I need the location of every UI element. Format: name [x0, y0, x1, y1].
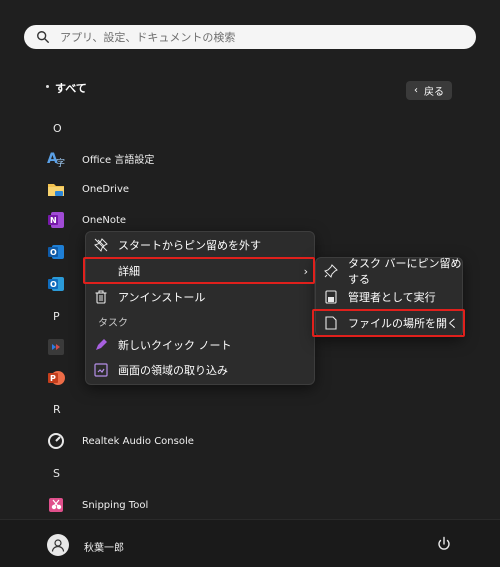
- outlook-new-icon: O: [46, 274, 66, 294]
- office-language-icon: A 字: [46, 148, 66, 168]
- svg-text:P: P: [50, 374, 56, 383]
- app-outlook-new[interactable]: O: [46, 273, 82, 295]
- outlook-icon: O: [46, 242, 66, 262]
- back-button-label: 戻る: [424, 87, 444, 98]
- search-box[interactable]: [24, 25, 476, 49]
- highlight-open-location: [312, 309, 465, 337]
- unpin-icon: [94, 238, 108, 252]
- context-menu: スタートからピン留めを外す 詳細 › アンインストール タスク 新しいクイック …: [85, 231, 315, 385]
- menu-item-label: 管理者として実行: [348, 291, 436, 304]
- app-label: OneDrive: [82, 183, 130, 195]
- app-office-language[interactable]: A 字 Office 言語設定: [46, 147, 154, 169]
- app-onenote[interactable]: N OneNote: [46, 209, 126, 231]
- letter-header-o[interactable]: O: [53, 122, 62, 135]
- app-snipping-tool[interactable]: Snipping Tool: [46, 494, 148, 516]
- back-button[interactable]: ‹ 戻る: [406, 81, 452, 100]
- search-input[interactable]: [60, 30, 440, 44]
- pin-icon: [324, 264, 338, 278]
- power-automate-icon: [46, 337, 66, 357]
- folder-icon: [46, 179, 66, 199]
- app-label: Office 言語設定: [82, 154, 155, 166]
- menu-item-label: スタートからピン留めを外す: [118, 239, 261, 252]
- start-footer: 秋葉一郎: [0, 519, 500, 567]
- app-onedrive[interactable]: OneDrive: [46, 178, 129, 200]
- menu-item-label: アンインストール: [118, 291, 206, 304]
- app-realtek[interactable]: Realtek Audio Console: [46, 430, 194, 452]
- power-icon[interactable]: [436, 536, 452, 552]
- app-label: OneNote: [82, 214, 127, 226]
- trash-icon: [94, 290, 108, 304]
- letter-header-s[interactable]: S: [53, 467, 60, 480]
- menu-item-uninstall[interactable]: アンインストール: [94, 286, 205, 308]
- app-label: Realtek Audio Console: [82, 435, 194, 447]
- app-outlook[interactable]: O: [46, 241, 82, 263]
- chevron-left-icon: ‹: [414, 85, 418, 96]
- menu-item-unpin[interactable]: スタートからピン留めを外す: [94, 234, 261, 256]
- pen-icon: [94, 338, 108, 352]
- user-icon: [51, 539, 65, 552]
- menu-item-capture-area[interactable]: 画面の領域の取り込み: [94, 359, 228, 381]
- menu-item-label: 新しいクイック ノート: [118, 339, 232, 352]
- svg-text:O: O: [50, 280, 57, 289]
- user-name[interactable]: 秋葉一郎: [84, 539, 124, 554]
- app-powerpoint[interactable]: P: [46, 367, 82, 389]
- realtek-icon: [46, 431, 66, 451]
- onenote-icon: N: [46, 210, 66, 230]
- letter-header-p[interactable]: P: [53, 310, 60, 323]
- page-title: すべて: [55, 82, 87, 95]
- svg-text:N: N: [50, 216, 57, 225]
- list-bullet: [46, 85, 49, 88]
- powerpoint-icon: P: [46, 368, 66, 388]
- svg-text:O: O: [50, 248, 57, 257]
- menu-item-pin-taskbar[interactable]: タスク バーにピン留めする: [324, 257, 462, 286]
- menu-section-tasks: タスク: [98, 318, 128, 329]
- letter-header-r[interactable]: R: [53, 403, 61, 416]
- app-label: Snipping Tool: [82, 499, 149, 511]
- svg-text:字: 字: [56, 157, 65, 168]
- menu-item-run-admin[interactable]: 管理者として実行: [324, 286, 436, 308]
- app-power-automate[interactable]: [46, 336, 82, 358]
- menu-item-label: 画面の領域の取り込み: [118, 364, 228, 377]
- highlight-details: [83, 257, 315, 284]
- shield-icon: [324, 290, 338, 304]
- screen-capture-icon: [94, 363, 108, 377]
- menu-item-label: タスク バーにピン留めする: [348, 257, 462, 286]
- snipping-tool-icon: [46, 495, 66, 515]
- search-icon: [37, 31, 49, 43]
- avatar[interactable]: [47, 534, 69, 556]
- menu-item-new-quick-note[interactable]: 新しいクイック ノート: [94, 334, 232, 356]
